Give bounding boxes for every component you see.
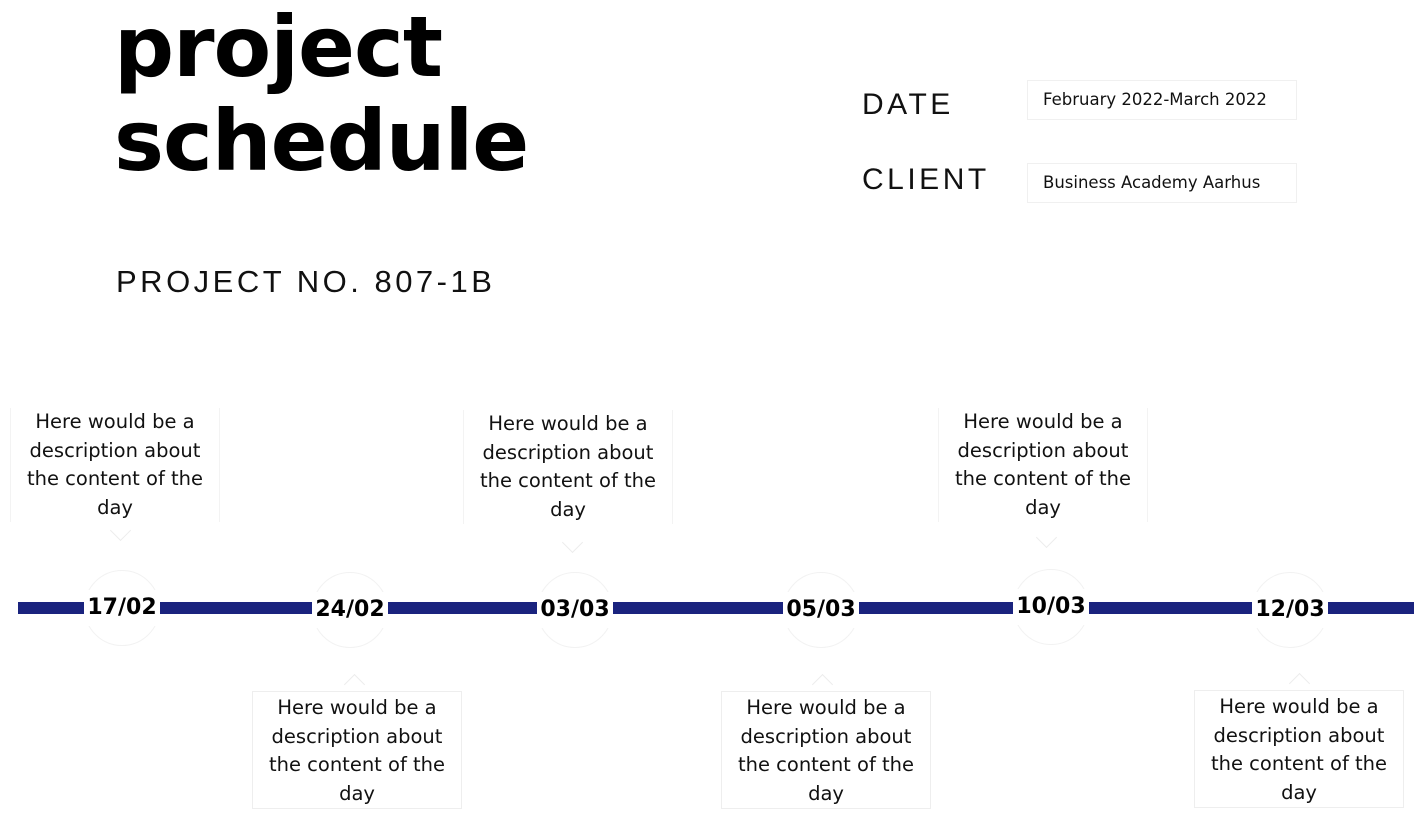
page-title: project schedule <box>114 0 529 190</box>
milestone-description: Here would be a description about the co… <box>1194 690 1404 808</box>
milestone-date: 17/02 <box>84 590 160 626</box>
title-line-2: schedule <box>114 92 529 190</box>
client-label: CLIENT <box>862 163 990 196</box>
milestone-description: Here would be a description about the co… <box>463 410 673 524</box>
project-number: PROJECT NO. 807-1B <box>116 264 496 299</box>
milestone-date: 05/03 <box>783 592 859 628</box>
milestone-description: Here would be a description about the co… <box>252 691 462 809</box>
callout-pointer <box>109 519 132 542</box>
milestone-description: Here would be a description about the co… <box>721 691 931 809</box>
milestone-date: 10/03 <box>1013 589 1089 625</box>
client-field: Business Academy Aarhus <box>1027 163 1297 203</box>
title-line-1: project <box>114 0 443 96</box>
milestone-date: 03/03 <box>537 592 613 628</box>
milestone-date: 12/03 <box>1252 592 1328 628</box>
milestone-description: Here would be a description about the co… <box>10 408 220 522</box>
callout-pointer <box>1035 526 1058 549</box>
milestone-date: 24/02 <box>312 592 388 628</box>
date-field: February 2022-March 2022 <box>1027 80 1297 120</box>
date-label: DATE <box>862 88 954 121</box>
callout-pointer <box>561 531 584 554</box>
milestone-description: Here would be a description about the co… <box>938 408 1148 522</box>
timeline-line <box>18 602 1414 614</box>
